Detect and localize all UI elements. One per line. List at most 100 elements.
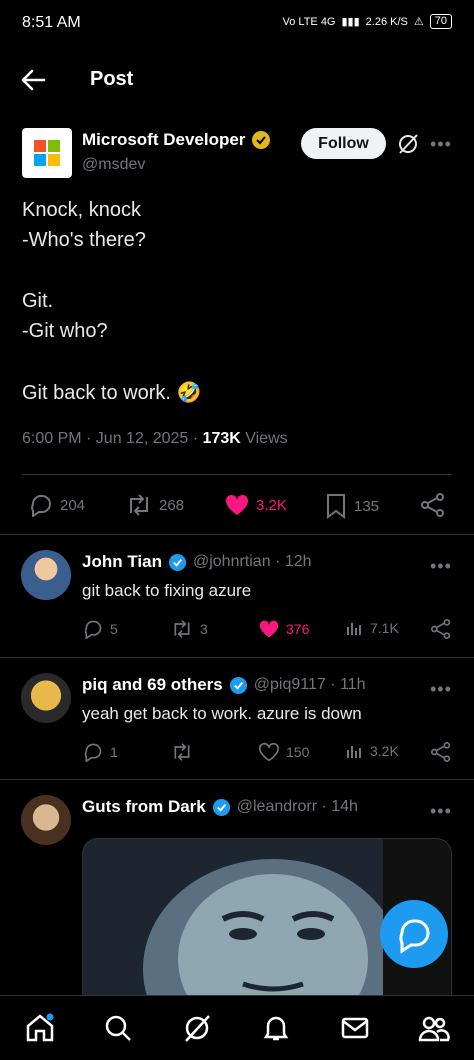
avatar[interactable] xyxy=(21,550,71,600)
like-button[interactable]: 150 xyxy=(258,742,309,762)
divider xyxy=(22,474,452,475)
reply-author-name: piq and 69 others xyxy=(82,675,223,694)
grok-icon[interactable] xyxy=(181,1012,213,1044)
signal-icon: ▮▮▮ xyxy=(341,16,360,28)
share-button[interactable] xyxy=(420,493,446,517)
bottom-nav xyxy=(0,995,474,1060)
verified-blue-icon xyxy=(212,798,230,816)
divider xyxy=(0,657,474,658)
alert-icon: ⚠ xyxy=(413,16,424,28)
analytics-icon xyxy=(347,623,361,635)
divider xyxy=(0,779,474,780)
more-options-icon[interactable]: ••• xyxy=(430,556,452,577)
post-line-2: -Who's there? xyxy=(22,229,146,251)
share-button[interactable] xyxy=(430,619,452,639)
reply-bubble-icon xyxy=(399,919,430,954)
repost-count: 268 xyxy=(159,496,185,514)
reply-header[interactable]: piq and 69 others @piq9117 · 11h xyxy=(82,675,365,695)
back-arrow-icon[interactable] xyxy=(18,66,48,94)
reply-count: 1 xyxy=(110,744,118,760)
verified-blue-icon xyxy=(168,553,187,571)
reply-count: 5 xyxy=(110,621,118,637)
search-icon[interactable] xyxy=(102,1012,134,1044)
heart-filled-icon xyxy=(225,494,249,515)
author-name: Microsoft Developer xyxy=(82,130,246,149)
reply-count: 204 xyxy=(60,496,86,514)
repost-icon xyxy=(174,743,190,761)
reply-icon xyxy=(31,495,51,517)
avatar[interactable] xyxy=(21,673,71,723)
more-options-icon[interactable]: ••• xyxy=(430,679,452,700)
bookmark-count: 135 xyxy=(354,497,380,515)
repost-icon xyxy=(174,620,190,638)
reply-header[interactable]: John Tian @johnrtian · 12h xyxy=(82,552,312,572)
author-avatar[interactable] xyxy=(22,128,72,178)
reply-author-name: John Tian xyxy=(82,552,162,571)
reply-handle: @leandrorr · 14h xyxy=(236,798,358,815)
views-count: 3.2K xyxy=(370,743,399,759)
reply-icon xyxy=(84,743,102,762)
messages-icon[interactable] xyxy=(339,1012,371,1044)
views-button[interactable]: 7.1K xyxy=(346,619,399,637)
divider xyxy=(0,534,474,535)
post-line-1: Knock, knock xyxy=(22,199,141,221)
like-button[interactable]: 3.2K xyxy=(224,493,287,517)
like-button[interactable]: 376 xyxy=(258,619,309,639)
reply-handle: @johnrtian · 12h xyxy=(192,553,312,570)
share-icon xyxy=(431,742,451,762)
views-label: Views xyxy=(240,430,288,447)
top-header: Post xyxy=(0,58,474,102)
bookmark-icon xyxy=(327,494,345,519)
status-time: 8:51 AM xyxy=(22,14,81,31)
notifications-icon[interactable] xyxy=(260,1012,292,1044)
microsoft-logo-icon xyxy=(34,140,60,166)
home-icon[interactable] xyxy=(24,1012,56,1044)
post-line-5: Git back to work. 🤣 xyxy=(22,382,202,404)
post-line-4: -Git who? xyxy=(22,320,108,342)
grok-icon[interactable] xyxy=(396,132,420,156)
author-name-row[interactable]: Microsoft Developer xyxy=(82,130,271,150)
heart-outline-icon xyxy=(259,742,279,762)
network-indicator: Vo LTE 4G xyxy=(282,15,336,28)
like-count: 3.2K xyxy=(256,496,287,514)
reply-button[interactable]: 5 xyxy=(82,619,118,639)
repost-count: 3 xyxy=(200,621,208,637)
reply-header[interactable]: Guts from Dark @leandrorr · 14h xyxy=(82,797,358,817)
reply-icon xyxy=(84,620,102,639)
more-options-icon[interactable]: ••• xyxy=(430,801,452,822)
repost-button[interactable]: 3 xyxy=(170,619,208,639)
reply-text: yeah get back to work. azure is down xyxy=(82,704,362,723)
repost-icon xyxy=(130,494,148,516)
battery-indicator: 70 xyxy=(429,14,452,29)
like-count: 150 xyxy=(286,744,310,760)
reply-handle: @piq9117 · 11h xyxy=(253,676,366,693)
views-button[interactable]: 3.2K xyxy=(346,742,399,760)
reply-author-name: Guts from Dark xyxy=(82,797,206,816)
net-speed: 2.26 K/S xyxy=(365,15,408,28)
compose-button[interactable] xyxy=(380,900,448,968)
like-count: 376 xyxy=(286,621,310,637)
share-icon xyxy=(431,619,451,639)
share-button[interactable] xyxy=(430,742,452,762)
author-handle[interactable]: @msdev xyxy=(82,156,145,174)
views-count: 173K xyxy=(202,430,241,447)
post-timestamp: 6:00 PM · Jun 12, 2025 · xyxy=(22,430,203,447)
status-system-icons: Vo LTE 4G ▮▮▮ 2.26 K/S ⚠ 70 xyxy=(282,14,452,29)
views-count: 7.1K xyxy=(370,620,399,636)
post-line-3: Git. xyxy=(22,290,54,312)
reply-text: git back to fixing azure xyxy=(82,581,252,600)
bookmark-button[interactable]: 135 xyxy=(324,493,379,519)
share-icon xyxy=(421,493,444,517)
reply-button[interactable]: 204 xyxy=(28,493,85,517)
analytics-icon xyxy=(347,746,361,758)
avatar[interactable] xyxy=(21,795,71,845)
repost-button[interactable]: 268 xyxy=(125,493,184,517)
post-meta: 6:00 PM · Jun 12, 2025 · 173K Views xyxy=(22,430,288,448)
heart-filled-icon xyxy=(259,620,279,638)
follow-button[interactable]: Follow xyxy=(301,128,386,159)
communities-icon[interactable] xyxy=(418,1012,450,1044)
reply-button[interactable]: 1 xyxy=(82,742,118,762)
repost-button[interactable] xyxy=(170,742,200,762)
more-options-icon[interactable]: ••• xyxy=(430,134,452,155)
page-title: Post xyxy=(90,68,134,90)
